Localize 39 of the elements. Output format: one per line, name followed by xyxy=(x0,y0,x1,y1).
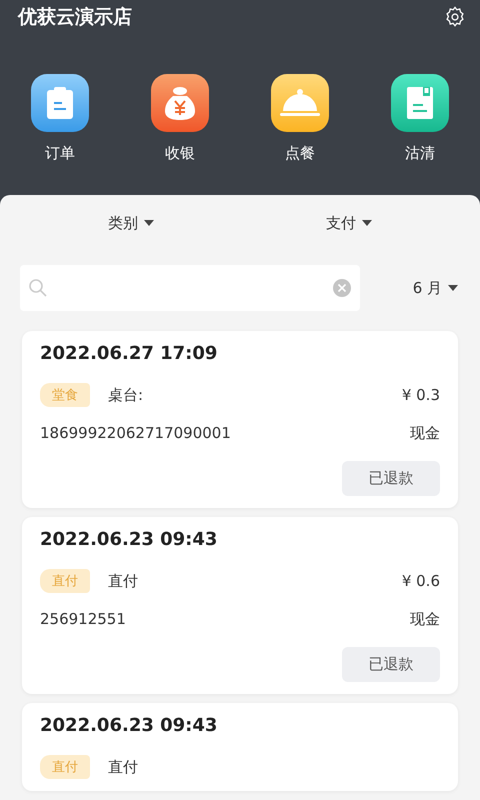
refund-status-button[interactable]: 已退款 xyxy=(342,647,440,682)
caret-icon xyxy=(144,220,154,226)
order-number: 256912551 xyxy=(40,610,126,628)
shortcut-button[interactable]: 沽清 xyxy=(360,74,480,164)
order-description: 直付 xyxy=(108,758,138,776)
filter-dropdown[interactable]: 支付 xyxy=(320,212,378,234)
order-card[interactable]: 2022.06.23 09:43 直付 直付 xyxy=(22,703,458,791)
store-title: 优获云演示店 xyxy=(18,5,132,30)
order-time: 2022.06.23 09:43 xyxy=(40,715,218,738)
order-amount: ¥ 0.6 xyxy=(402,572,440,590)
order-card[interactable]: 2022.06.27 17:09 堂食 桌台: ¥ 0.3 18699922062717090001 现金 已退款 xyxy=(22,331,458,508)
money-bag-icon xyxy=(165,86,195,120)
caret-icon xyxy=(362,220,372,226)
search-field[interactable] xyxy=(20,265,360,311)
shortcut-button[interactable]: 订单 xyxy=(0,74,120,164)
order-card[interactable]: 2022.06.23 09:43 直付 直付 ¥ 0.6 256912551 现金 已退款 xyxy=(22,517,458,694)
order-amount: ¥ 0.3 xyxy=(402,386,440,404)
notebook-icon xyxy=(407,87,433,120)
order-time: 2022.06.23 09:43 xyxy=(40,529,218,552)
month-dropdown[interactable]: 6 月 xyxy=(412,278,458,298)
shortcut-button[interactable]: 点餐 xyxy=(240,74,360,164)
order-description: 桌台: xyxy=(108,386,144,404)
order-description: 直付 xyxy=(108,572,138,590)
order-type-tag: 堂食 xyxy=(40,383,90,407)
payment-method: 现金 xyxy=(410,610,440,628)
clear-icon[interactable] xyxy=(332,278,352,298)
clipboard-icon xyxy=(47,87,73,120)
filter-dropdown[interactable]: 类别 xyxy=(102,212,160,234)
search-icon xyxy=(28,278,48,298)
refund-status-button[interactable]: 已退款 xyxy=(342,461,440,496)
order-number: 18699922062717090001 xyxy=(40,424,231,442)
shortcut-button[interactable]: 收银 xyxy=(120,74,240,164)
caret-icon xyxy=(448,285,458,291)
order-type-tag: 直付 xyxy=(40,755,90,779)
cloche-icon xyxy=(280,89,320,118)
order-time: 2022.06.27 17:09 xyxy=(40,343,218,366)
settings-icon[interactable] xyxy=(444,6,466,28)
payment-method: 现金 xyxy=(410,424,440,442)
order-type-tag: 直付 xyxy=(40,569,90,593)
